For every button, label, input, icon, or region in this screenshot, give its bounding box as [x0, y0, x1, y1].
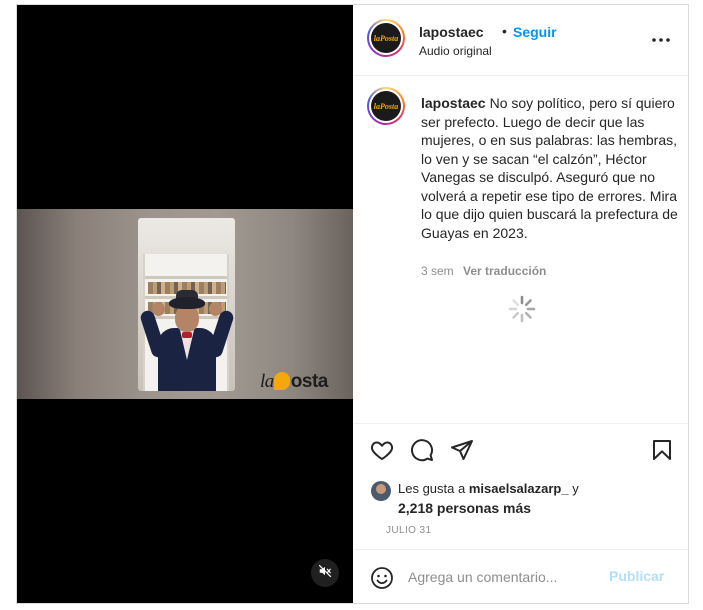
likes-count-link[interactable]: 2,218 personas más [398, 500, 531, 516]
bookmark-icon [650, 440, 674, 466]
liker-avatar[interactable] [371, 481, 391, 501]
caption-text: lapostaec No soy político, pero sí quiero… [421, 94, 679, 242]
post-date[interactable]: JULIO 31 [386, 525, 431, 536]
emoji-button[interactable] [370, 566, 394, 590]
heart-icon [370, 441, 394, 466]
caption-author-avatar[interactable]: laPosta [367, 87, 405, 125]
video-player[interactable]: la osta [17, 5, 353, 603]
caption-username[interactable]: lapostaec [421, 95, 486, 111]
liker-username[interactable]: misaelsalazarp_ [469, 481, 569, 496]
see-translation-button[interactable]: Ver traducción [463, 264, 546, 278]
audio-label[interactable]: Audio original [419, 44, 492, 58]
more-options-button[interactable] [649, 31, 673, 47]
post-dialog: la osta laPosta lapostaec • Seguir Audio … [16, 4, 689, 604]
like-button[interactable] [370, 438, 394, 462]
video-frame-band: la osta [17, 209, 353, 399]
comment-button[interactable] [410, 438, 434, 462]
author-avatar[interactable]: laPosta [367, 19, 405, 57]
liked-by-line: Les gusta a misaelsalazarp_ y [398, 481, 579, 496]
more-options-icon [651, 30, 671, 48]
post-time-ago[interactable]: 3 sem [421, 264, 454, 278]
share-button[interactable] [450, 438, 474, 462]
comment-input[interactable] [408, 565, 608, 589]
comment-bar: Publicar [354, 549, 688, 603]
post-details-panel: laPosta lapostaec • Seguir Audio origina… [354, 5, 688, 603]
loading-spinner-icon [507, 294, 537, 324]
post-header: laPosta lapostaec • Seguir Audio origina… [354, 5, 688, 76]
speech-bubble-icon [410, 439, 434, 466]
action-bar [354, 423, 688, 471]
caption-section: laPosta lapostaec No soy político, pero s… [354, 77, 688, 423]
separator-dot: • [502, 23, 507, 39]
muted-speaker-icon [318, 564, 332, 583]
save-button[interactable] [650, 438, 674, 462]
smiley-icon [370, 567, 394, 594]
la-posta-watermark: la osta [260, 371, 328, 392]
paper-plane-icon [450, 440, 474, 466]
publish-comment-button[interactable]: Publicar [609, 568, 664, 584]
author-username[interactable]: lapostaec [419, 24, 484, 40]
caption-body: No soy político, pero sí quiero ser pref… [421, 95, 678, 241]
mute-toggle-button[interactable] [311, 559, 339, 587]
follow-button[interactable]: Seguir [513, 24, 557, 40]
video-content [138, 218, 235, 391]
